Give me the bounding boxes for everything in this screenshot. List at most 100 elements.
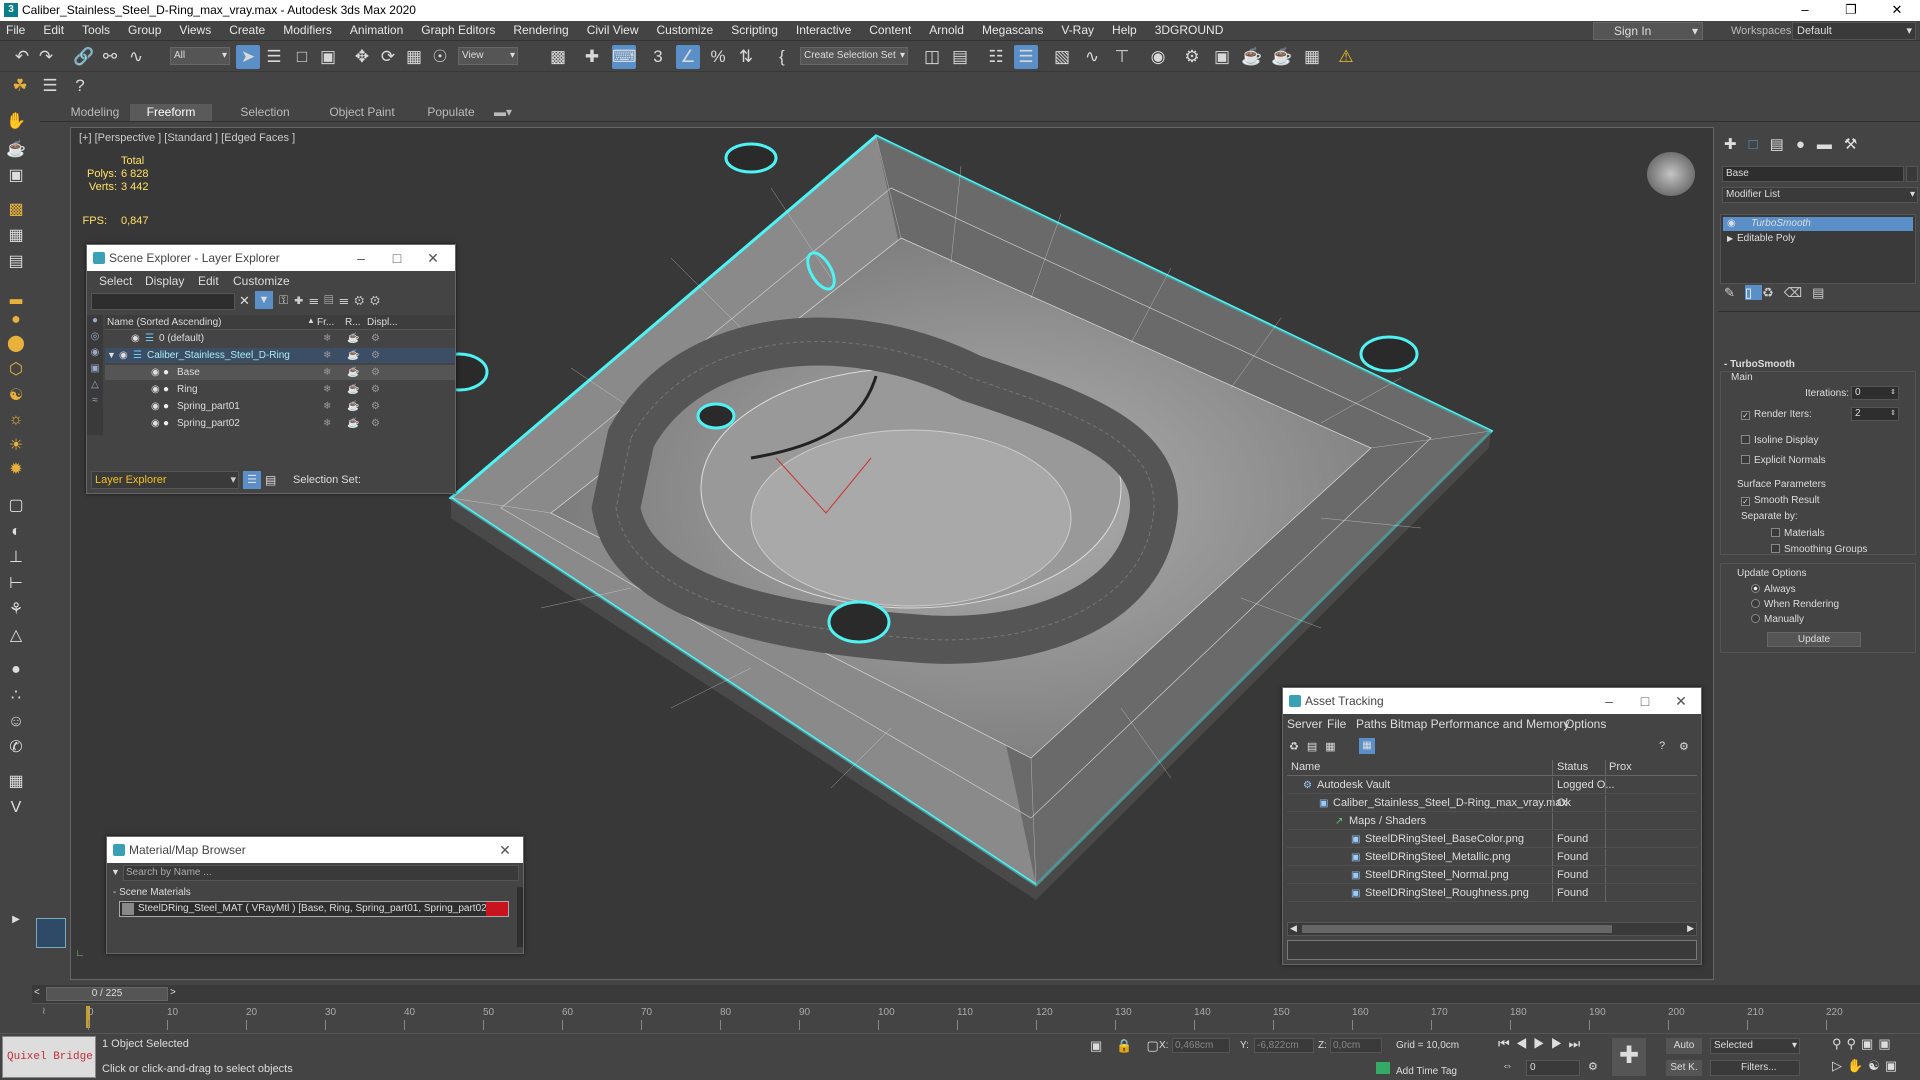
menu-tools[interactable]: Tools [82, 23, 110, 37]
time-slider-thumb[interactable]: 0 / 225 [46, 987, 168, 1001]
eye-icon[interactable]: ◉ [151, 382, 160, 397]
col-name[interactable]: Name [1291, 761, 1320, 773]
spinner-arrows-icon[interactable]: ⇕ [1890, 387, 1896, 399]
spinner-snap-icon[interactable]: ⇅ [734, 45, 758, 69]
shape-filter-icon[interactable]: ◎ [87, 331, 103, 347]
eye-icon[interactable]: ◉ [151, 399, 160, 414]
render-icon[interactable]: ☕ [347, 365, 359, 380]
maximize-icon[interactable]: □ [379, 245, 415, 271]
set-key-large-icon[interactable]: ✚ [1612, 1038, 1646, 1076]
film-icon[interactable]: ▤ [4, 250, 28, 274]
freeze-icon[interactable]: ❄ [323, 382, 331, 397]
display-icon[interactable]: ⚙ [371, 382, 380, 397]
light-filter-icon[interactable]: ◉ [87, 347, 103, 363]
vase-icon[interactable]: △ [4, 624, 28, 648]
render-icon[interactable]: ☕ [347, 331, 359, 346]
menu-file[interactable]: File [1327, 717, 1346, 731]
asset-row[interactable]: ▣ SteelDRingSteel_Roughness.png Found [1287, 885, 1697, 902]
smooth-result-checkbox[interactable]: ✓ Smooth Result [1741, 495, 1820, 506]
ball-icon[interactable]: ● [4, 658, 28, 682]
asset-row[interactable]: ⚙ Autodesk Vault Logged O... [1287, 777, 1697, 794]
col-status[interactable]: Status [1557, 761, 1588, 773]
explorer-tool-icons[interactable]: ⚿✚☰▤☰⚙⚙ [279, 293, 386, 308]
scene-tree-row[interactable]: ◉ ● Base ❄ ☕ ⚙ [105, 365, 455, 380]
angle-snap-icon[interactable]: ∠ [676, 45, 700, 69]
material-editor-icon[interactable]: ◉ [1146, 45, 1170, 69]
nav-icons-top[interactable]: ⚲⚲▣▣ [1832, 1036, 1896, 1052]
stack-tool-icons[interactable]: ✎▯♻⌫▤ [1724, 285, 1834, 301]
toggle-ribbon-icon[interactable]: ▧ [1050, 45, 1074, 69]
snaps-toggle-icon[interactable]: 3 [646, 45, 670, 69]
display-icon[interactable]: ⚙ [371, 348, 380, 363]
menu-edit[interactable]: Edit [198, 274, 219, 288]
menu-3dground[interactable]: 3DGROUND [1155, 23, 1224, 37]
brush-icon[interactable]: ▂ [4, 284, 28, 308]
render-setup-icon[interactable]: ⚙ [1180, 45, 1204, 69]
iterations-spinner[interactable]: 0 ⇕ [1851, 386, 1899, 400]
pivot-center-icon[interactable]: ▩ [546, 45, 570, 69]
scroll-left-icon[interactable]: ◀ [1290, 923, 1297, 934]
help-icon[interactable]: ? [68, 74, 92, 98]
explorer-type-dropdown[interactable]: Layer Explorer ▾ [91, 471, 239, 489]
prev-frame-icon[interactable]: < [34, 987, 40, 998]
select-by-name-icon[interactable]: ☰ [262, 45, 286, 69]
display-icon[interactable]: ⚙ [371, 331, 380, 346]
filters-button[interactable]: Filters... [1710, 1060, 1800, 1076]
col-proxy[interactable]: Prox [1609, 761, 1632, 773]
bind-space-warp-icon[interactable]: ∿ [124, 45, 148, 69]
menu-animation[interactable]: Animation [350, 23, 403, 37]
freeze-icon[interactable]: ❄ [323, 416, 331, 431]
turbosmooth-rollout[interactable]: - TurboSmooth [1724, 359, 1795, 370]
expand-icon[interactable]: ▼ [107, 348, 116, 363]
eye-icon[interactable]: ◉ [131, 331, 140, 346]
close-icon[interactable]: ✕ [1663, 688, 1699, 714]
paint-icon[interactable]: ☯ [4, 384, 28, 408]
mirror-icon[interactable]: ◫ [920, 45, 944, 69]
viewport-layout-tab[interactable] [36, 918, 66, 948]
scene-explorer-titlebar[interactable]: Scene Explorer - Layer Explorer – □ ✕ [87, 245, 455, 271]
cloth-icon[interactable]: ▦ [4, 224, 28, 248]
stack-item-turbosmooth[interactable]: ◉ TurboSmooth [1723, 217, 1913, 231]
track-bar[interactable]: ≀ 0 10 20 30 40 50 60 70 80 90 100 110 120 130 140 150 1… [32, 1003, 1920, 1033]
scale-icon[interactable]: ▦ [402, 45, 426, 69]
next-frame-icon[interactable]: > [170, 987, 176, 998]
move-icon[interactable]: ✥ [350, 45, 374, 69]
menu-select[interactable]: Select [99, 274, 132, 288]
explicit-normals-checkbox[interactable]: Explicit Normals [1741, 455, 1826, 466]
layout-icon[interactable]: ▦ [4, 770, 28, 794]
toggle-layer-explorer-icon[interactable]: ☰ [1014, 45, 1038, 69]
playback-controls[interactable]: ⏮◀▶▶⏭ [1498, 1036, 1586, 1052]
menu-display[interactable]: Display [145, 274, 184, 288]
hierarchy-icon[interactable]: ⊢ [4, 572, 28, 596]
render-iterative-icon[interactable]: ☕ [1270, 45, 1294, 69]
menu-arnold[interactable]: Arnold [929, 23, 964, 37]
menu-server[interactable]: Server [1287, 717, 1322, 731]
scene-tree-row[interactable]: ◉ ● Spring_part02 ❄ ☕ ⚙ [105, 416, 455, 431]
material-browser-titlebar[interactable]: Material/Map Browser ✕ [107, 837, 523, 863]
display-icon[interactable]: ⚙ [371, 399, 380, 414]
menu-content[interactable]: Content [869, 23, 911, 37]
sphere-icon[interactable]: ● [4, 308, 28, 332]
object-name-input[interactable]: Base [1722, 166, 1904, 182]
scene-tree-row[interactable]: ◉ ☰ 0 (default) ❄ ☕ ⚙ [105, 331, 455, 346]
redo-icon[interactable]: ↷ [34, 45, 58, 69]
menu-civil-view[interactable]: Civil View [587, 23, 639, 37]
smoothing-groups-checkbox[interactable]: Smoothing Groups [1771, 544, 1867, 555]
menu-create[interactable]: Create [229, 23, 265, 37]
menu-megascans[interactable]: Megascans [982, 23, 1043, 37]
filter-icon[interactable]: ▼ [255, 291, 273, 309]
maximize-button[interactable]: ❐ [1828, 0, 1874, 21]
manually-radio[interactable]: Manually [1751, 614, 1804, 625]
grass-icon[interactable]: ⚘ [4, 598, 28, 622]
box-icon[interactable]: ▩ [4, 198, 28, 222]
layers-icon[interactable]: ☰ [243, 471, 261, 489]
col-freeze[interactable]: Fr... [317, 317, 334, 328]
close-button[interactable]: ✕ [1874, 0, 1920, 21]
z-coordinate-field[interactable]: 0,0cm [1330, 1038, 1382, 1053]
help-icon[interactable]: ? [1659, 740, 1665, 752]
scrollbar-thumb[interactable] [1302, 925, 1612, 933]
add-time-tag[interactable]: Add Time Tag [1376, 1062, 1457, 1077]
asset-toolbar-icons[interactable]: ♻▤▦ [1289, 740, 1344, 753]
asset-tracking-titlebar[interactable]: Asset Tracking – □ ✕ [1283, 688, 1701, 714]
menu-views[interactable]: Views [179, 23, 211, 37]
